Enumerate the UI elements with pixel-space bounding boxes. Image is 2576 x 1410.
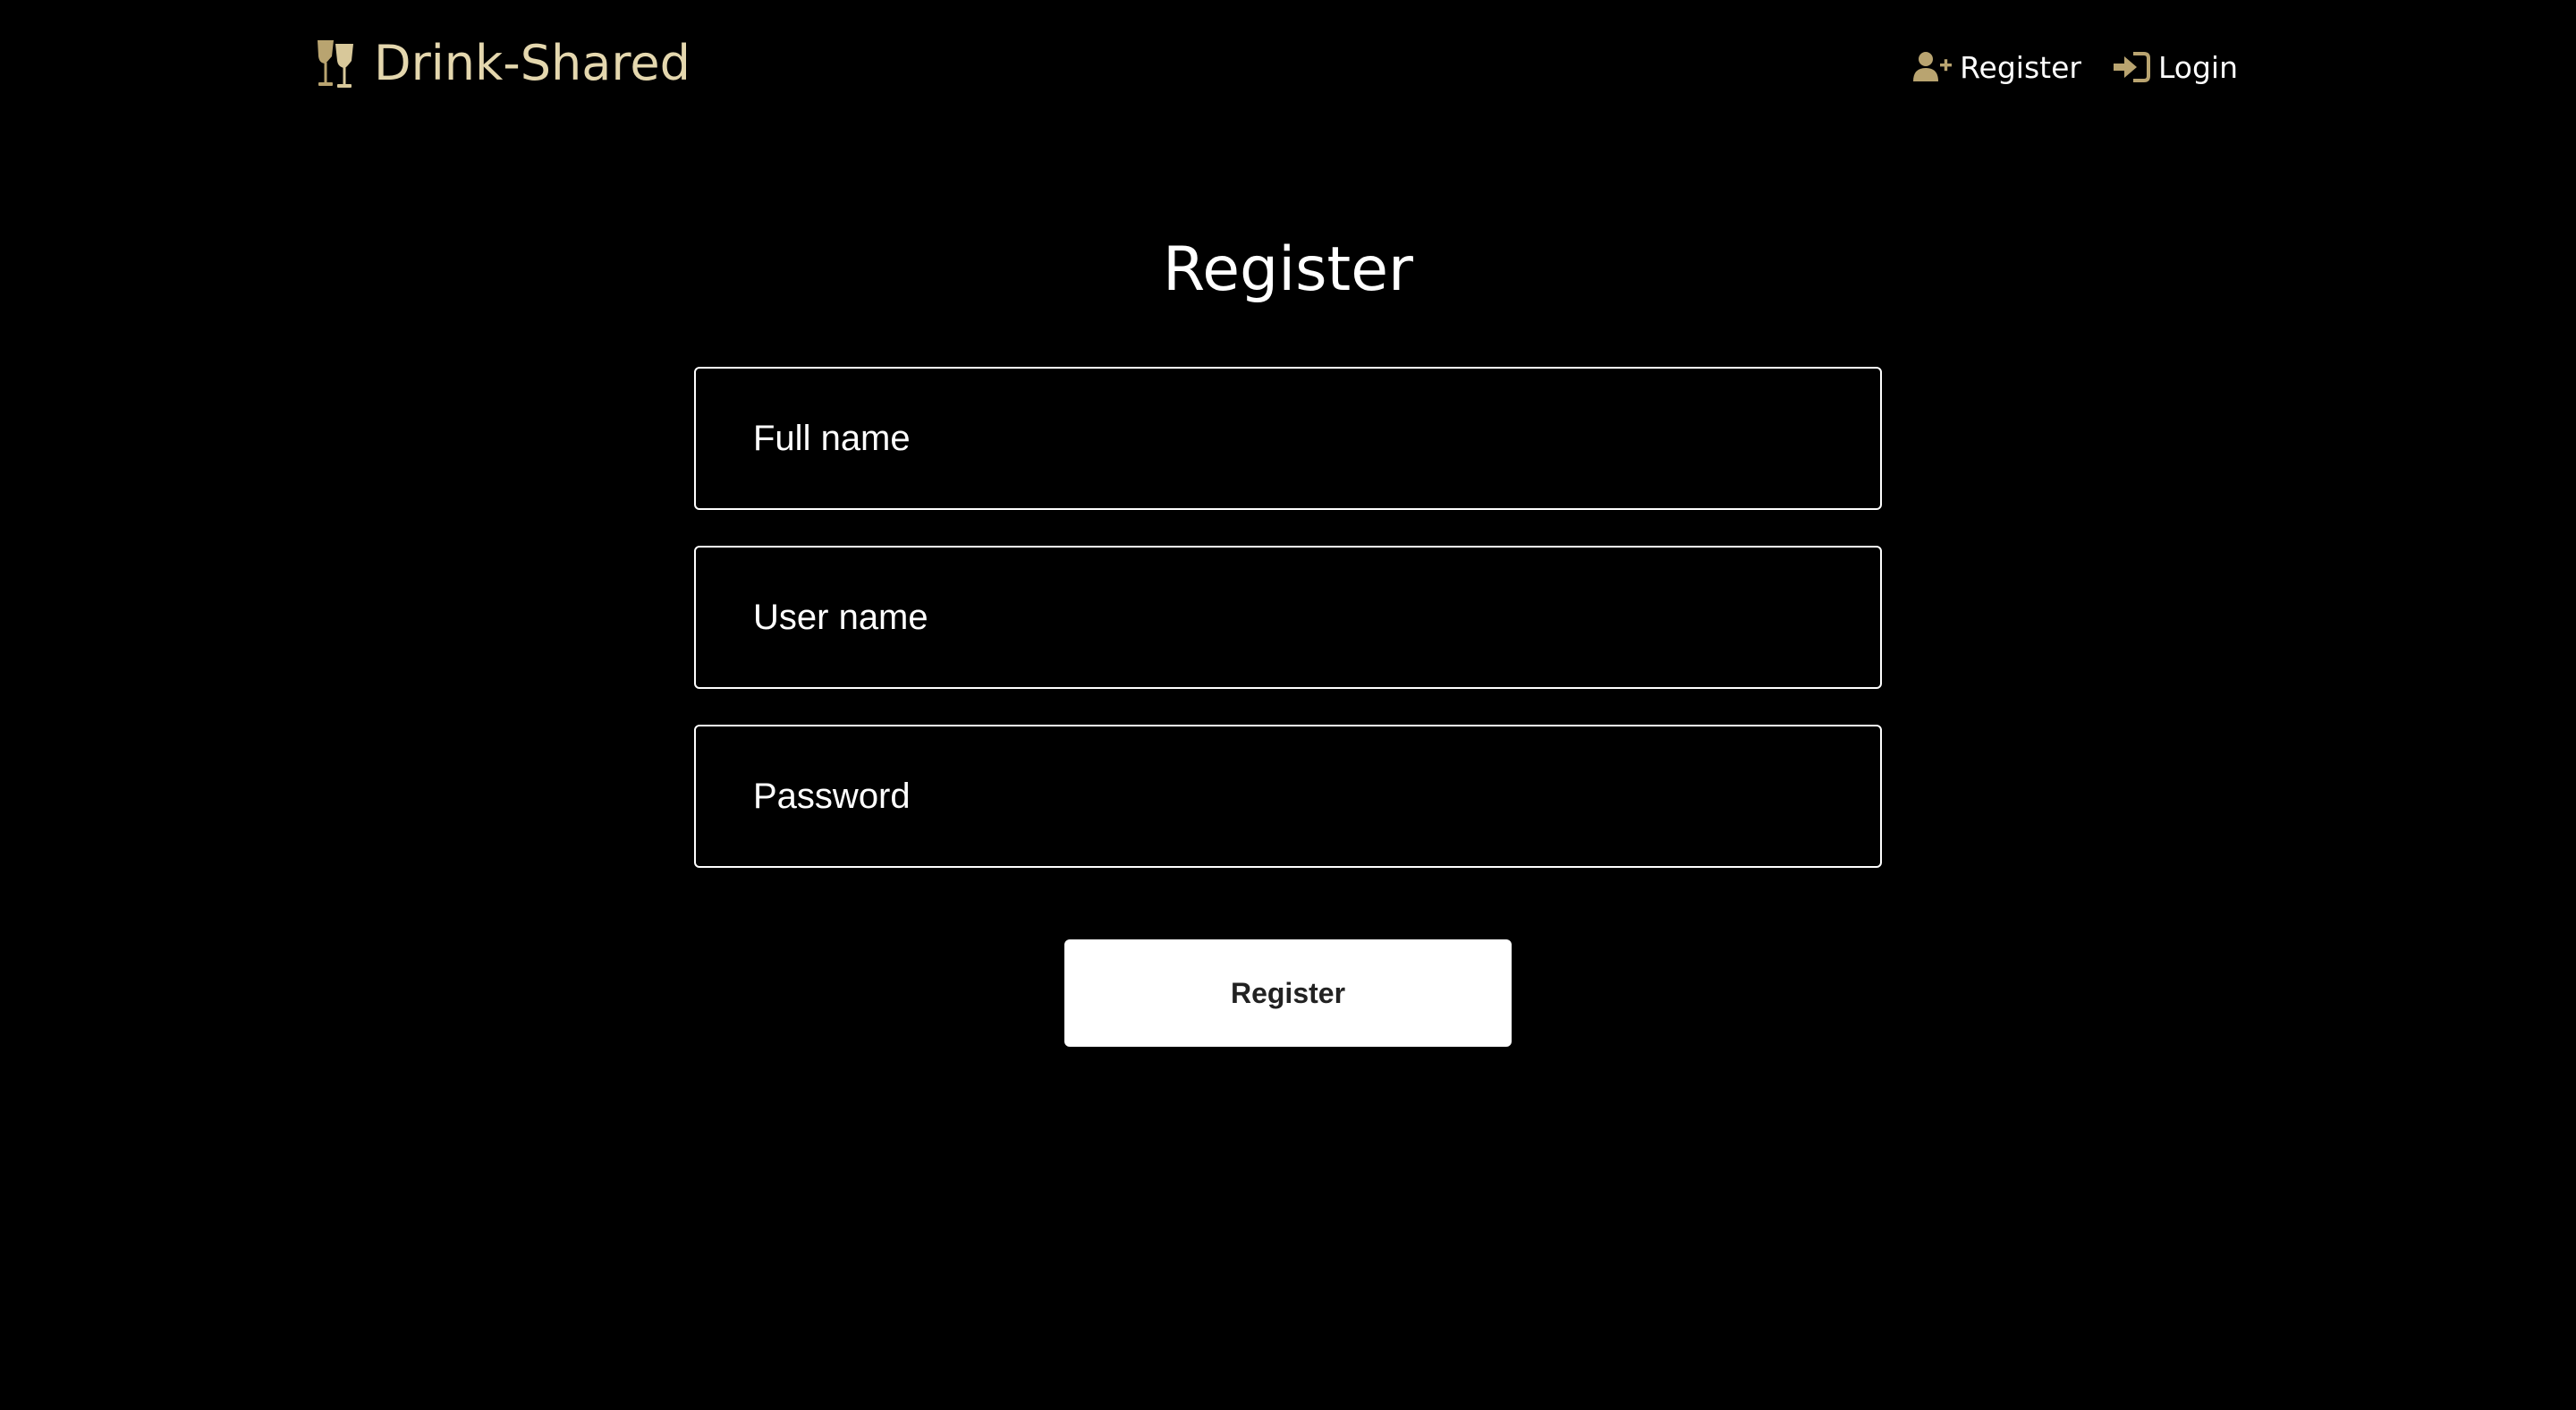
site-header: Drink-Shared Register Login — [0, 0, 2576, 134]
brand-link[interactable]: Drink-Shared — [315, 34, 691, 93]
wine-glasses-icon — [318, 40, 353, 88]
nav-register-label: Register — [1960, 49, 2081, 85]
sign-in-icon — [2113, 52, 2150, 82]
brand-name: Drink-Shared — [374, 35, 691, 91]
full-name-field[interactable] — [694, 367, 1882, 510]
nav-login-label: Login — [2157, 49, 2238, 85]
nav-login-link[interactable]: Login — [2112, 50, 2238, 85]
nav-register-link[interactable]: Register — [1913, 50, 2081, 85]
user-plus-icon — [1913, 52, 1953, 81]
password-field[interactable] — [694, 725, 1882, 868]
user-name-field[interactable] — [694, 546, 1882, 689]
top-nav: Register Login — [1913, 45, 2238, 89]
register-form — [694, 367, 1882, 904]
register-button[interactable]: Register — [1064, 939, 1512, 1047]
page-title: Register — [1163, 234, 1413, 305]
